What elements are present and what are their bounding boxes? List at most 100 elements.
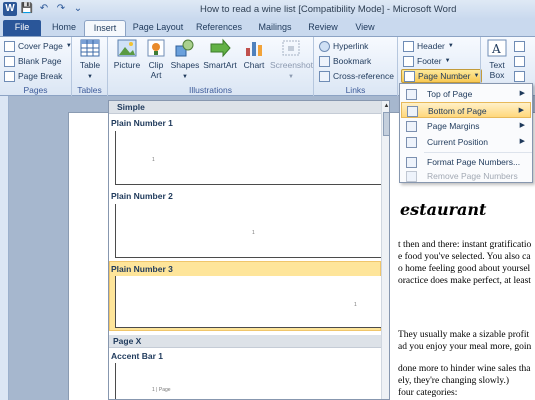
pages-group-label: Pages: [23, 85, 48, 95]
smartart-icon: [210, 38, 231, 58]
shapes-button[interactable]: Shapes ▼: [170, 38, 200, 82]
blank-page-button[interactable]: Blank Page: [4, 54, 61, 68]
submenu-arrow-icon: ▶: [518, 107, 524, 114]
wordart-icon[interactable]: [514, 56, 525, 67]
document-line: four categories:: [398, 388, 458, 398]
format-page-numbers-icon: [406, 157, 417, 168]
drop-cap-icon[interactable]: [514, 71, 525, 82]
submenu-arrow-icon: ▶: [519, 122, 525, 129]
menu-separator: [424, 152, 532, 153]
page-number-menu: Top of Page ▶ Bottom of Page ▶ Page Marg…: [399, 83, 533, 183]
chart-icon: [246, 42, 262, 56]
footer-icon: [403, 55, 414, 67]
undo-icon[interactable]: ↶: [37, 2, 51, 16]
menu-item-page-margins[interactable]: Page Margins ▶: [401, 118, 531, 134]
word-logo-icon[interactable]: W: [3, 2, 17, 16]
bottom-of-page-icon: [407, 106, 418, 117]
plain-number-2-thumbnail[interactable]: 1: [115, 204, 385, 258]
links-group: Hyperlink Bookmark Cross-reference Links: [314, 37, 398, 96]
text-box-button[interactable]: A Text Box: [484, 38, 510, 80]
page-break-button[interactable]: Page Break: [4, 69, 62, 83]
clip-art-icon: [147, 39, 165, 57]
document-heading: estaurant: [400, 200, 487, 219]
bookmark-button[interactable]: Bookmark: [319, 54, 371, 68]
page-break-icon: [4, 70, 15, 82]
tab-review[interactable]: Review: [305, 20, 341, 36]
tab-mailings[interactable]: Mailings: [253, 20, 297, 36]
ribbon-tabs: File Home Insert Page Layout References …: [0, 19, 535, 36]
hyperlink-button[interactable]: Hyperlink: [319, 39, 368, 53]
customize-qat-icon[interactable]: ⌄: [71, 2, 85, 16]
tab-view[interactable]: View: [350, 20, 380, 36]
document-line: oractice does make perfect, at least: [398, 276, 531, 286]
tab-insert[interactable]: Insert: [84, 20, 126, 36]
picture-icon: [117, 39, 137, 57]
table-button[interactable]: Table ▼: [76, 38, 104, 82]
clip-art-button[interactable]: Clip Art: [144, 38, 168, 80]
blank-page-icon: [4, 55, 15, 67]
links-group-label: Links: [345, 85, 366, 95]
document-line: ad you enjoy your meal more, goin: [398, 342, 532, 352]
document-line: t then and there: instant gratificatio: [398, 240, 532, 250]
tab-references[interactable]: References: [193, 20, 245, 36]
page-number-icon: [404, 70, 415, 82]
menu-item-bottom-of-page[interactable]: Bottom of Page ▶: [401, 102, 531, 118]
plain-number-1-thumbnail[interactable]: 1: [115, 131, 385, 185]
screenshot-button[interactable]: Screenshot ▼: [270, 38, 313, 82]
cross-reference-button[interactable]: Cross-reference: [319, 69, 394, 83]
submenu-arrow-icon: ▶: [519, 138, 525, 145]
bookmark-icon: [319, 55, 330, 67]
tab-page-layout[interactable]: Page Layout: [130, 20, 186, 36]
document-line: o home feeling good about yoursel: [398, 264, 531, 274]
text-box-icon: A: [487, 39, 507, 57]
vertical-ruler: [0, 96, 9, 400]
chart-button[interactable]: Chart: [240, 38, 268, 70]
current-position-icon: [406, 137, 417, 148]
tables-group-label: Tables: [77, 85, 102, 95]
shapes-icon: [175, 39, 194, 57]
header-button[interactable]: Header ▼: [403, 39, 454, 53]
scroll-up-icon[interactable]: ▲: [382, 102, 389, 111]
title-bar: W 💾 ↶ ↷ ⌄ How to read a wine list [Compa…: [0, 0, 535, 19]
smartart-button[interactable]: SmartArt: [202, 38, 238, 70]
document-line: ely, they're changing slowly.): [398, 376, 510, 386]
footer-button[interactable]: Footer ▼: [403, 54, 451, 68]
quick-parts-icon[interactable]: [514, 41, 525, 52]
illustrations-group-label: Illustrations: [189, 85, 232, 95]
page-margins-icon: [406, 121, 417, 132]
table-icon: [80, 39, 100, 57]
remove-page-numbers-icon: [406, 171, 417, 182]
plain-number-3-thumbnail[interactable]: 1: [115, 276, 385, 328]
gallery-item-label: Plain Number 1: [111, 118, 173, 128]
menu-item-current-position[interactable]: Current Position ▶: [401, 134, 531, 150]
save-icon[interactable]: 💾: [20, 2, 34, 16]
tables-group: Table ▼ Tables: [72, 37, 108, 96]
menu-item-top-of-page[interactable]: Top of Page ▶: [401, 86, 531, 102]
window-title: How to read a wine list [Compatibility M…: [200, 4, 457, 15]
redo-icon[interactable]: ↷: [54, 2, 68, 16]
svg-text:A: A: [491, 42, 501, 56]
gallery-section-page-x: Page X: [109, 335, 381, 348]
menu-item-remove-page-numbers[interactable]: Remove Page Numbers: [401, 168, 531, 184]
accent-bar-1-thumbnail[interactable]: 1 | Page: [115, 363, 385, 399]
cover-page-icon: [4, 40, 15, 52]
header-icon: [403, 40, 414, 52]
gallery-item-label: Plain Number 3: [111, 264, 173, 274]
submenu-arrow-icon: ▶: [519, 90, 525, 97]
tab-file[interactable]: File: [3, 20, 41, 36]
globe-icon: [319, 40, 330, 52]
gallery-scrollbar[interactable]: ▲: [381, 101, 389, 399]
page-number-button[interactable]: Page Number ▼: [401, 69, 483, 83]
gallery-item-label: Plain Number 2: [111, 191, 173, 201]
screenshot-icon: [282, 40, 300, 56]
picture-button[interactable]: Picture: [112, 38, 142, 70]
gallery-section-simple: Simple: [109, 101, 381, 114]
document-line: They usually make a sizable profit: [398, 330, 530, 340]
tab-home[interactable]: Home: [47, 20, 81, 36]
page-number-gallery: Simple Plain Number 1 1 Plain Number 2 1…: [108, 100, 390, 400]
illustrations-group: Picture Clip Art Shapes ▼ SmartArt Chart…: [108, 37, 314, 96]
cover-page-button[interactable]: Cover Page ▼: [4, 39, 72, 53]
quick-access-toolbar: W 💾 ↶ ↷ ⌄: [3, 2, 85, 16]
scroll-thumb[interactable]: [383, 112, 389, 136]
gallery-item-label: Accent Bar 1: [111, 351, 163, 361]
